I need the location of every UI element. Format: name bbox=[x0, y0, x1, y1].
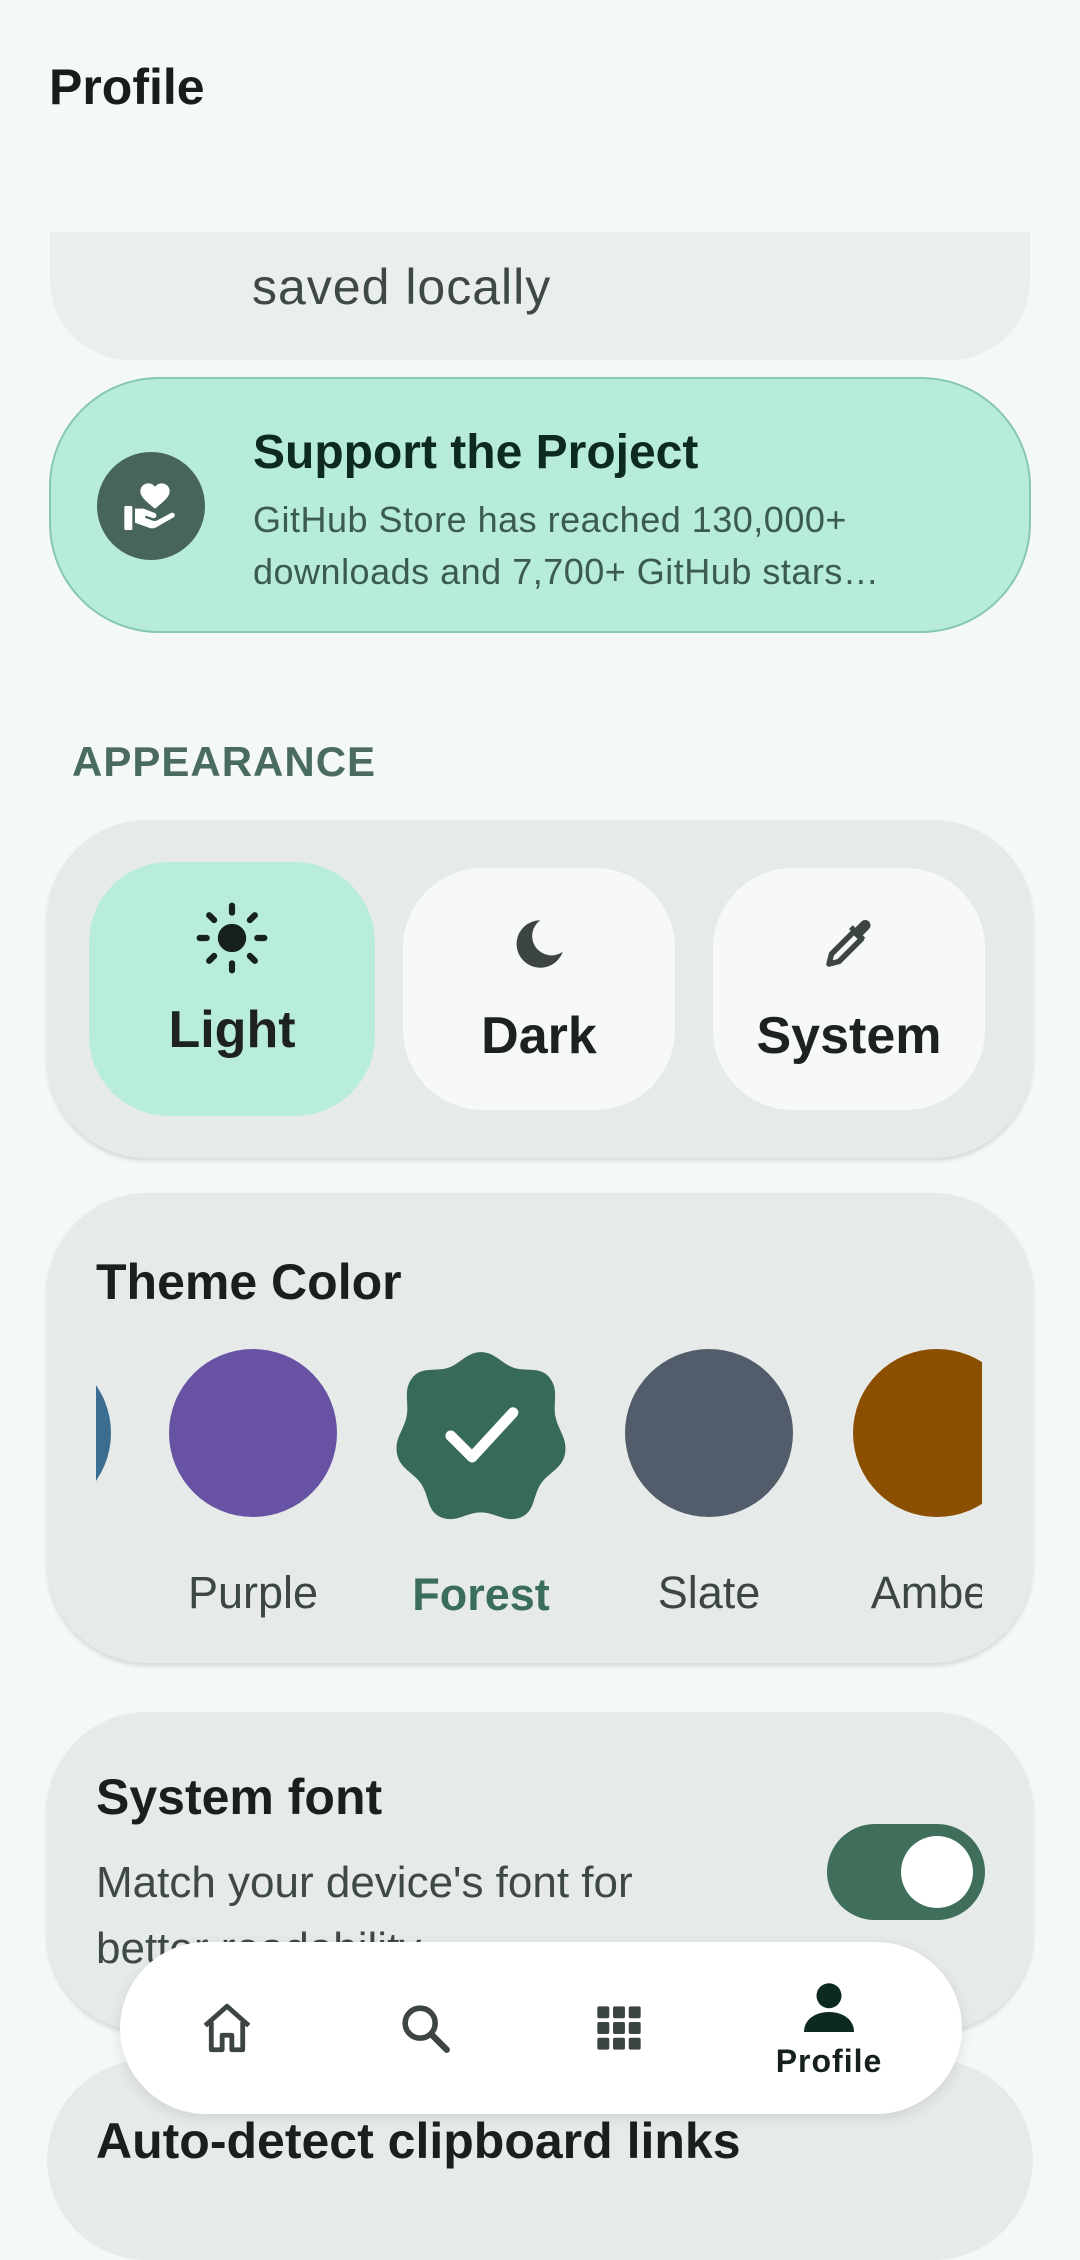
page-title: Profile bbox=[49, 59, 205, 115]
appearance-section-label: APPEARANCE bbox=[72, 738, 377, 785]
theme-color-swatch-row[interactable]: Purple Forest Slate Amber bbox=[96, 1341, 982, 1641]
search-icon bbox=[402, 2005, 450, 2053]
swatch-forest-label: Forest bbox=[412, 1569, 550, 1620]
toggle-knob bbox=[901, 1836, 973, 1908]
appearance-mode-card: Light Dark System bbox=[47, 820, 1033, 1158]
home-icon bbox=[203, 2003, 251, 2053]
scalloped-badge-shape bbox=[396, 1352, 566, 1520]
support-title: Support the Project bbox=[253, 426, 699, 479]
theme-color-title: Theme Color bbox=[96, 1254, 402, 1310]
auto-detect-links-title: Auto-detect clipboard links bbox=[96, 2113, 741, 2169]
mode-light-label: Light bbox=[168, 1001, 296, 1059]
swatch-slate[interactable]: Slate bbox=[604, 1341, 814, 1619]
swatch-slate-label: Slate bbox=[657, 1567, 761, 1618]
eyedropper-icon bbox=[819, 912, 879, 976]
person-icon bbox=[804, 1982, 854, 2032]
mode-system-label: System bbox=[756, 1007, 942, 1065]
system-font-title: System font bbox=[96, 1769, 383, 1825]
moon-icon bbox=[509, 912, 569, 976]
hand-heart-icon bbox=[97, 452, 205, 560]
mode-dark-button[interactable]: Dark bbox=[403, 868, 675, 1110]
swatch-purple-label: Purple bbox=[187, 1567, 319, 1618]
clipped-card-text: saved locally bbox=[252, 259, 552, 315]
apps-grid-icon bbox=[597, 2006, 641, 2050]
swatch-amber-dot bbox=[853, 1349, 982, 1517]
swatch-slate-dot bbox=[625, 1349, 793, 1517]
nav-search[interactable] bbox=[350, 1942, 500, 2114]
mode-light-button[interactable]: Light bbox=[89, 862, 375, 1116]
swatch-purple[interactable]: Purple bbox=[148, 1341, 358, 1619]
nav-profile[interactable]: Profile bbox=[754, 1942, 904, 2114]
swatch-purple-dot bbox=[169, 1349, 337, 1517]
swatch-amber[interactable]: Amber bbox=[832, 1341, 982, 1619]
swatch-forest[interactable]: Forest bbox=[376, 1341, 586, 1621]
nav-home[interactable] bbox=[152, 1942, 302, 2114]
swatch-forest-dot bbox=[392, 1345, 570, 1523]
nav-profile-label: Profile bbox=[775, 2042, 883, 2079]
mode-dark-label: Dark bbox=[481, 1007, 597, 1065]
sun-icon bbox=[195, 902, 269, 974]
support-description: GitHub Store has reached 130,000+ downlo… bbox=[253, 499, 880, 592]
bottom-navigation-bar: Profile bbox=[120, 1942, 962, 2114]
top-app-bar: Profile bbox=[0, 0, 1080, 232]
swatch-blue-dot bbox=[96, 1349, 111, 1517]
mode-system-button[interactable]: System bbox=[713, 868, 985, 1110]
swatch-blue[interactable] bbox=[96, 1341, 132, 1517]
theme-color-card: Theme Color Purple Forest Slate Amber bbox=[47, 1193, 1033, 1663]
swatch-amber-label: Amber bbox=[870, 1567, 982, 1618]
system-font-toggle[interactable] bbox=[827, 1824, 985, 1920]
support-project-card[interactable]: Support the Project GitHub Store has rea… bbox=[49, 377, 1031, 633]
nav-apps[interactable] bbox=[544, 1942, 694, 2114]
